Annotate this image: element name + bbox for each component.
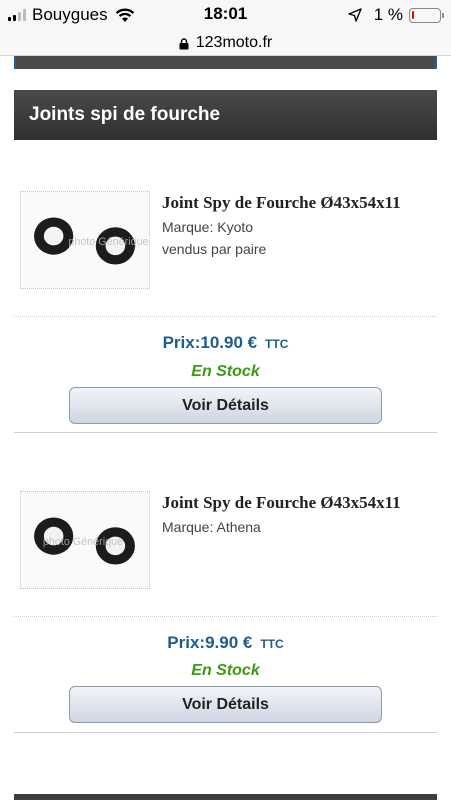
price-ttc: TTC [265,337,289,351]
product-title[interactable]: Joint Spy de Fourche Ø43x54x11 [162,193,401,213]
previous-nav-strip [14,56,437,69]
product-divider [14,732,437,733]
stock-status: En Stock [191,363,260,380]
battery-percent: 1 % [373,5,403,24]
next-section-strip [14,794,437,800]
url-bar[interactable]: 123moto.fr [0,30,451,56]
price-value: Prix:10.90 € [162,333,258,352]
price-value: Prix:9.90 € [167,633,253,652]
url-text: 123moto.fr [195,33,273,51]
product-image[interactable]: photo Générique [20,191,150,289]
strip-border-right [435,56,437,69]
svg-text:photo Générique: photo Générique [43,536,123,548]
fork-seal-image: photo Générique [34,517,135,565]
product-note: vendus par paire [162,241,267,257]
product-brand: Marque: Kyoto [162,219,254,235]
product-image[interactable]: photo Générique [20,491,150,589]
lock-icon [179,37,189,49]
product-title[interactable]: Joint Spy de Fourche Ø43x54x11 [162,493,401,513]
product-divider [14,432,437,433]
product-price: Prix:10.90 € TTC [14,333,437,353]
svg-text:photo Générique: photo Générique [68,236,148,248]
product-brand: Marque: Athena [162,519,261,535]
product-price: Prix:9.90 € TTC [14,633,437,653]
location-arrow-icon [348,8,362,22]
battery-icon [409,7,444,23]
strip-border-left [14,56,16,69]
fork-seal-image: photo Générique [34,217,149,265]
divider [14,616,437,617]
price-ttc: TTC [260,637,284,651]
status-right: 1 % [348,5,444,25]
section-title: Joints spi de fourche [14,90,437,140]
divider [14,316,437,317]
status-bar: Bouygues 18:01 1 % [0,0,451,30]
view-details-button[interactable]: Voir Détails [69,387,382,424]
stock-status: En Stock [191,662,260,679]
view-details-button[interactable]: Voir Détails [69,686,382,723]
